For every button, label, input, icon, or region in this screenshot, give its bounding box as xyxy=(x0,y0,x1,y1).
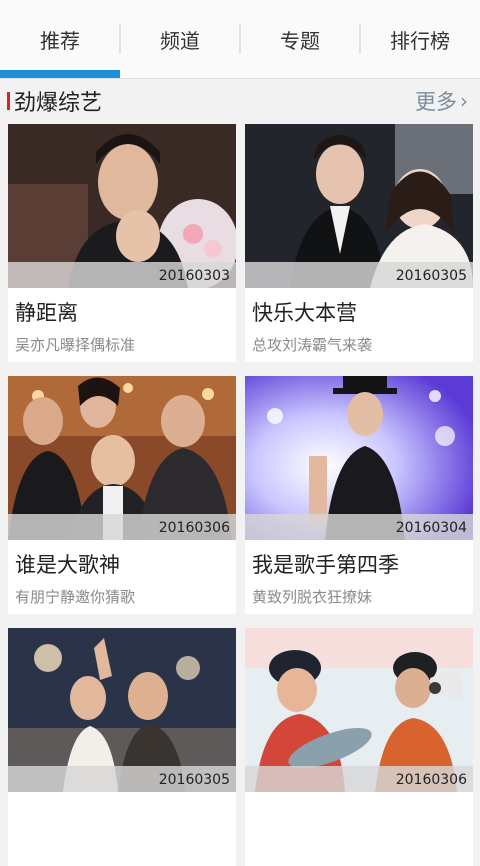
video-date: 20160306 xyxy=(395,772,467,788)
tab-bar: 推荐 频道 专题 排行榜 xyxy=(0,0,480,79)
section-header: 劲爆综艺 更多 › xyxy=(0,82,480,118)
video-thumbnail: 20160306 xyxy=(8,376,236,540)
tab-ranking[interactable]: 排行榜 xyxy=(360,0,480,78)
video-thumbnail: 20160306 xyxy=(245,628,473,792)
video-card[interactable]: 20160306 谁是大歌神 有朋宁静邀你猜歌 xyxy=(8,376,236,614)
more-label: 更多 xyxy=(415,90,457,114)
tab-label: 排行榜 xyxy=(390,28,450,53)
tab-label: 推荐 xyxy=(40,28,80,53)
date-strip: 20160305 xyxy=(8,766,236,792)
video-title: 静距离 xyxy=(15,301,78,325)
video-subtitle: 总攻刘涛霸气来袭 xyxy=(252,336,373,354)
video-subtitle: 黄致列脱衣狂撩妹 xyxy=(252,588,373,606)
date-strip: 20160303 xyxy=(8,262,236,288)
video-thumbnail: 20160305 xyxy=(245,124,473,288)
video-card[interactable]: 20160306 xyxy=(245,628,473,866)
video-thumbnail: 20160303 xyxy=(8,124,236,288)
date-strip: 20160305 xyxy=(245,262,473,288)
tab-channels[interactable]: 频道 xyxy=(120,0,240,78)
date-strip: 20160306 xyxy=(245,766,473,792)
active-tab-indicator xyxy=(0,70,120,78)
section-accent-bar xyxy=(7,92,10,110)
more-link[interactable]: 更多 › xyxy=(415,86,468,116)
video-thumbnail: 20160304 xyxy=(245,376,473,540)
tab-label: 频道 xyxy=(160,28,200,53)
video-card[interactable]: 20160305 快乐大本营 总攻刘涛霸气来袭 xyxy=(245,124,473,362)
video-title: 谁是大歌神 xyxy=(15,553,120,577)
section-title: 劲爆综艺 xyxy=(14,91,103,116)
video-thumbnail: 20160305 xyxy=(8,628,236,792)
video-date: 20160305 xyxy=(158,772,230,788)
video-title: 快乐大本营 xyxy=(252,301,357,325)
tab-topics[interactable]: 专题 xyxy=(240,0,360,78)
video-date: 20160306 xyxy=(158,520,230,536)
tab-recommend[interactable]: 推荐 xyxy=(0,0,120,78)
date-strip: 20160304 xyxy=(245,514,473,540)
video-subtitle: 有朋宁静邀你猜歌 xyxy=(15,588,136,606)
tab-label: 专题 xyxy=(280,28,320,53)
video-card[interactable]: 20160303 静距离 吴亦凡曝择偶标准 xyxy=(8,124,236,362)
video-date: 20160303 xyxy=(158,268,230,284)
video-title: 我是歌手第四季 xyxy=(252,553,399,577)
video-card[interactable]: 20160305 xyxy=(8,628,236,866)
video-date: 20160304 xyxy=(395,520,467,536)
date-strip: 20160306 xyxy=(8,514,236,540)
chevron-right-icon: › xyxy=(460,89,468,113)
video-card[interactable]: 20160304 我是歌手第四季 黄致列脱衣狂撩妹 xyxy=(245,376,473,614)
video-date: 20160305 xyxy=(395,268,467,284)
video-subtitle: 吴亦凡曝择偶标准 xyxy=(15,336,136,354)
